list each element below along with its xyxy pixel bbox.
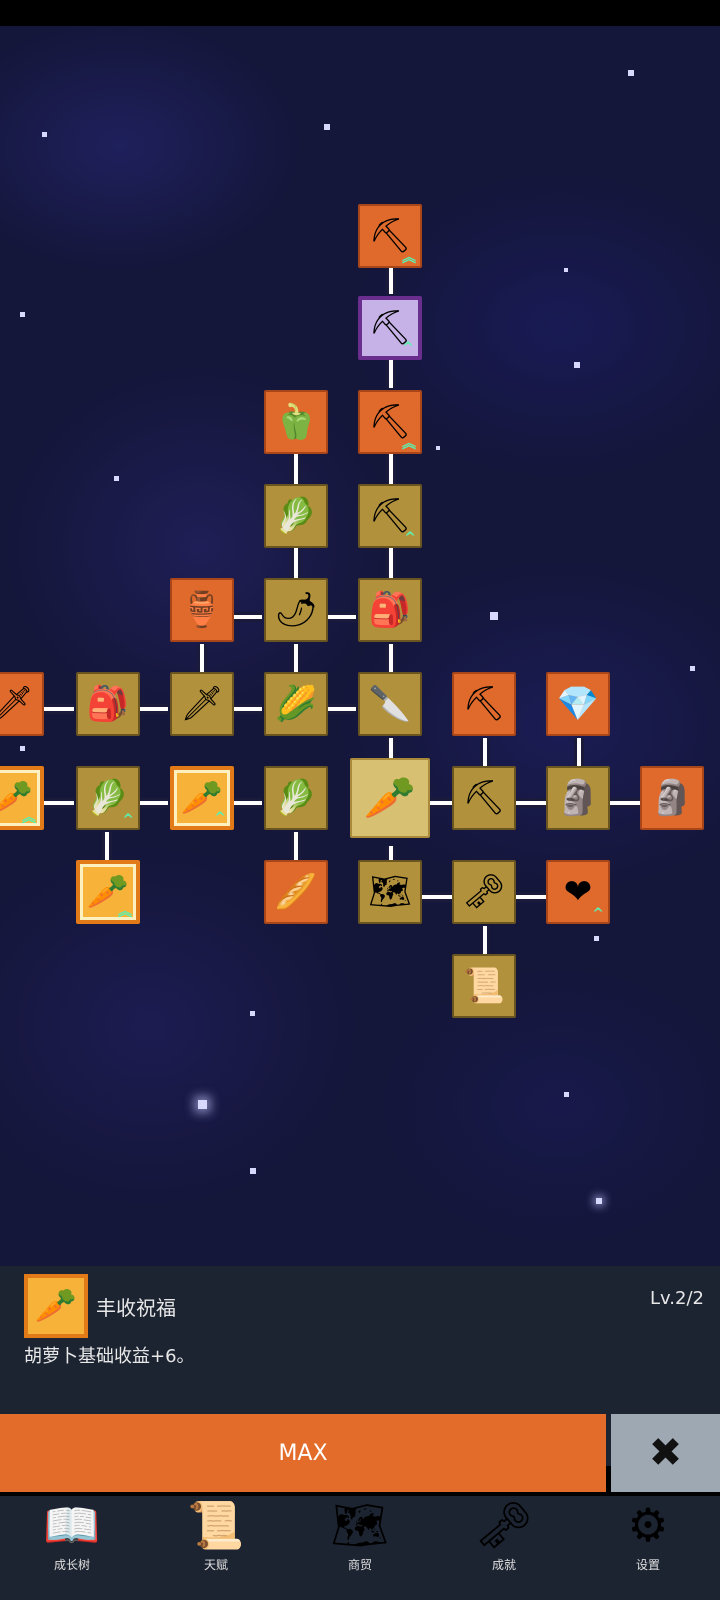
- skill-node-scroll[interactable]: 📜: [452, 954, 516, 1018]
- skill-description: 胡萝卜基础收益+6。: [24, 1346, 195, 1367]
- nav-item-settings[interactable]: ⚙ 设置: [576, 1496, 720, 1600]
- skill-node-cabbage[interactable]: 🥬 ^: [76, 766, 140, 830]
- star: [42, 132, 47, 137]
- skill-node-golden-carrot[interactable]: 🥕 ^: [170, 766, 234, 830]
- nav-item-trade[interactable]: 🗺 商贸: [288, 1496, 432, 1600]
- nav-label: 设置: [635, 1558, 660, 1572]
- skill-tree-canvas[interactable]: ⛏ ︽ ⛏ ^ 🫑 ⛏ ︽ 🥬 ⛏ ^ 🏺 🌶 🎒 🗡 🎒 🗡 🌽 🔪 ⛏ 💎 🥕 ︽ 🥬…: [0, 26, 720, 1266]
- tree-link: [386, 548, 396, 578]
- tree-link: [291, 454, 301, 484]
- star: [690, 666, 695, 671]
- star: [564, 268, 568, 272]
- skill-node-pepper[interactable]: 🫑: [264, 390, 328, 454]
- tree-link: [610, 798, 640, 808]
- tree-link: [480, 926, 490, 956]
- tree-link: [480, 738, 490, 768]
- tree-link: [138, 798, 168, 808]
- skill-node-pickaxe[interactable]: ⛏: [452, 766, 516, 830]
- tree-link: [291, 832, 301, 862]
- tree-link: [386, 454, 396, 484]
- tree-link: [422, 892, 452, 902]
- skill-node-backpack[interactable]: 🎒: [358, 578, 422, 642]
- nav-label: 商贸: [347, 1558, 372, 1572]
- skill-node-crystal[interactable]: 💎: [546, 672, 610, 736]
- star: [594, 936, 599, 941]
- tree-link: [386, 644, 396, 674]
- skill-node-map[interactable]: 🗺: [358, 860, 422, 924]
- skill-node-chili[interactable]: 🌶: [264, 578, 328, 642]
- star: [436, 446, 440, 450]
- key-icon: 🗝: [474, 1498, 534, 1552]
- skill-node-golden-carrot[interactable]: 🥕 ︽: [76, 860, 140, 924]
- nav-label: 成长树: [53, 1558, 90, 1572]
- skill-node-cabbage[interactable]: 🥬: [264, 766, 328, 830]
- nav-item-growth-tree[interactable]: 📖 成长树: [0, 1496, 144, 1600]
- tree-link: [516, 798, 546, 808]
- nav-item-achievements[interactable]: 🗝 成就: [432, 1496, 576, 1600]
- skill-level: Lv.2/2: [650, 1288, 704, 1309]
- skill-node-backpack[interactable]: 🎒: [76, 672, 140, 736]
- skill-title: 丰收祝福: [96, 1296, 176, 1320]
- max-button[interactable]: MAX: [0, 1414, 606, 1492]
- skill-node-radish[interactable]: 🥬: [264, 484, 328, 548]
- skill-node-shovel-upgrade[interactable]: ⛏ ︽: [358, 204, 422, 268]
- skill-node-corn[interactable]: 🌽: [264, 672, 328, 736]
- map-icon: 🗺: [330, 1498, 390, 1552]
- skill-node-clay-pot[interactable]: 🏺: [170, 578, 234, 642]
- book-icon: 📖: [43, 1498, 101, 1552]
- star: [490, 612, 498, 620]
- tree-link: [138, 704, 168, 714]
- star: [250, 1168, 256, 1174]
- skill-node-statue[interactable]: 🗿: [546, 766, 610, 830]
- star: [20, 312, 25, 317]
- skill-node-golden-key[interactable]: 🗝: [452, 860, 516, 924]
- tree-link: [291, 548, 301, 578]
- tree-link: [44, 704, 74, 714]
- star: [198, 1100, 207, 1109]
- skill-node-parsnip[interactable]: 🥖: [264, 860, 328, 924]
- skill-node-shovel-special[interactable]: ⛏ ^: [358, 296, 422, 360]
- nav-label: 天赋: [203, 1558, 228, 1572]
- skill-node-statue[interactable]: 🗿: [640, 766, 704, 830]
- tree-link: [386, 358, 396, 388]
- status-bar: [0, 0, 720, 26]
- tree-link: [291, 644, 301, 674]
- golden-carrot-icon: 🥕: [24, 1274, 88, 1338]
- skill-node-pickaxe[interactable]: ⛏: [452, 672, 516, 736]
- star: [250, 1011, 255, 1016]
- skill-node-heart[interactable]: ❤ ^: [546, 860, 610, 924]
- star: [574, 362, 580, 368]
- tree-link: [326, 612, 356, 622]
- skill-node-shovel[interactable]: ⛏ ^: [358, 484, 422, 548]
- tree-link: [386, 264, 396, 294]
- tree-link: [197, 644, 207, 674]
- skill-node-sword[interactable]: 🗡: [170, 672, 234, 736]
- tree-link: [574, 738, 584, 768]
- skill-node-carrot-root[interactable]: 🥕: [350, 758, 430, 838]
- skill-node-shovel-upgrade[interactable]: ⛏ ︽: [358, 390, 422, 454]
- scroll-icon: 📜: [187, 1498, 245, 1552]
- skill-node-golden-carrot-edge[interactable]: 🥕 ︽: [0, 766, 44, 830]
- tree-link: [326, 704, 356, 714]
- star: [114, 476, 119, 481]
- bottom-nav: 📖 成长树 📜 天赋 🗺 商贸 🗝 成就 ⚙ 设置: [0, 1496, 720, 1600]
- gear-icon: ⚙: [627, 1498, 669, 1552]
- skill-node-sword-edge[interactable]: 🗡: [0, 672, 44, 736]
- tree-link: [232, 612, 262, 622]
- tree-link: [232, 798, 262, 808]
- close-x-icon: ✖: [648, 1430, 683, 1476]
- star: [564, 1092, 569, 1097]
- star: [324, 124, 330, 130]
- tree-link: [232, 704, 262, 714]
- star: [628, 70, 634, 76]
- tree-link: [44, 798, 74, 808]
- tree-link: [102, 832, 112, 862]
- nav-item-talent[interactable]: 📜 天赋: [144, 1496, 288, 1600]
- star: [596, 1198, 602, 1204]
- star: [20, 746, 25, 751]
- nav-label: 成就: [491, 1558, 516, 1572]
- skill-node-dagger[interactable]: 🔪: [358, 672, 422, 736]
- close-button[interactable]: ✖: [611, 1414, 720, 1492]
- tree-link: [516, 892, 546, 902]
